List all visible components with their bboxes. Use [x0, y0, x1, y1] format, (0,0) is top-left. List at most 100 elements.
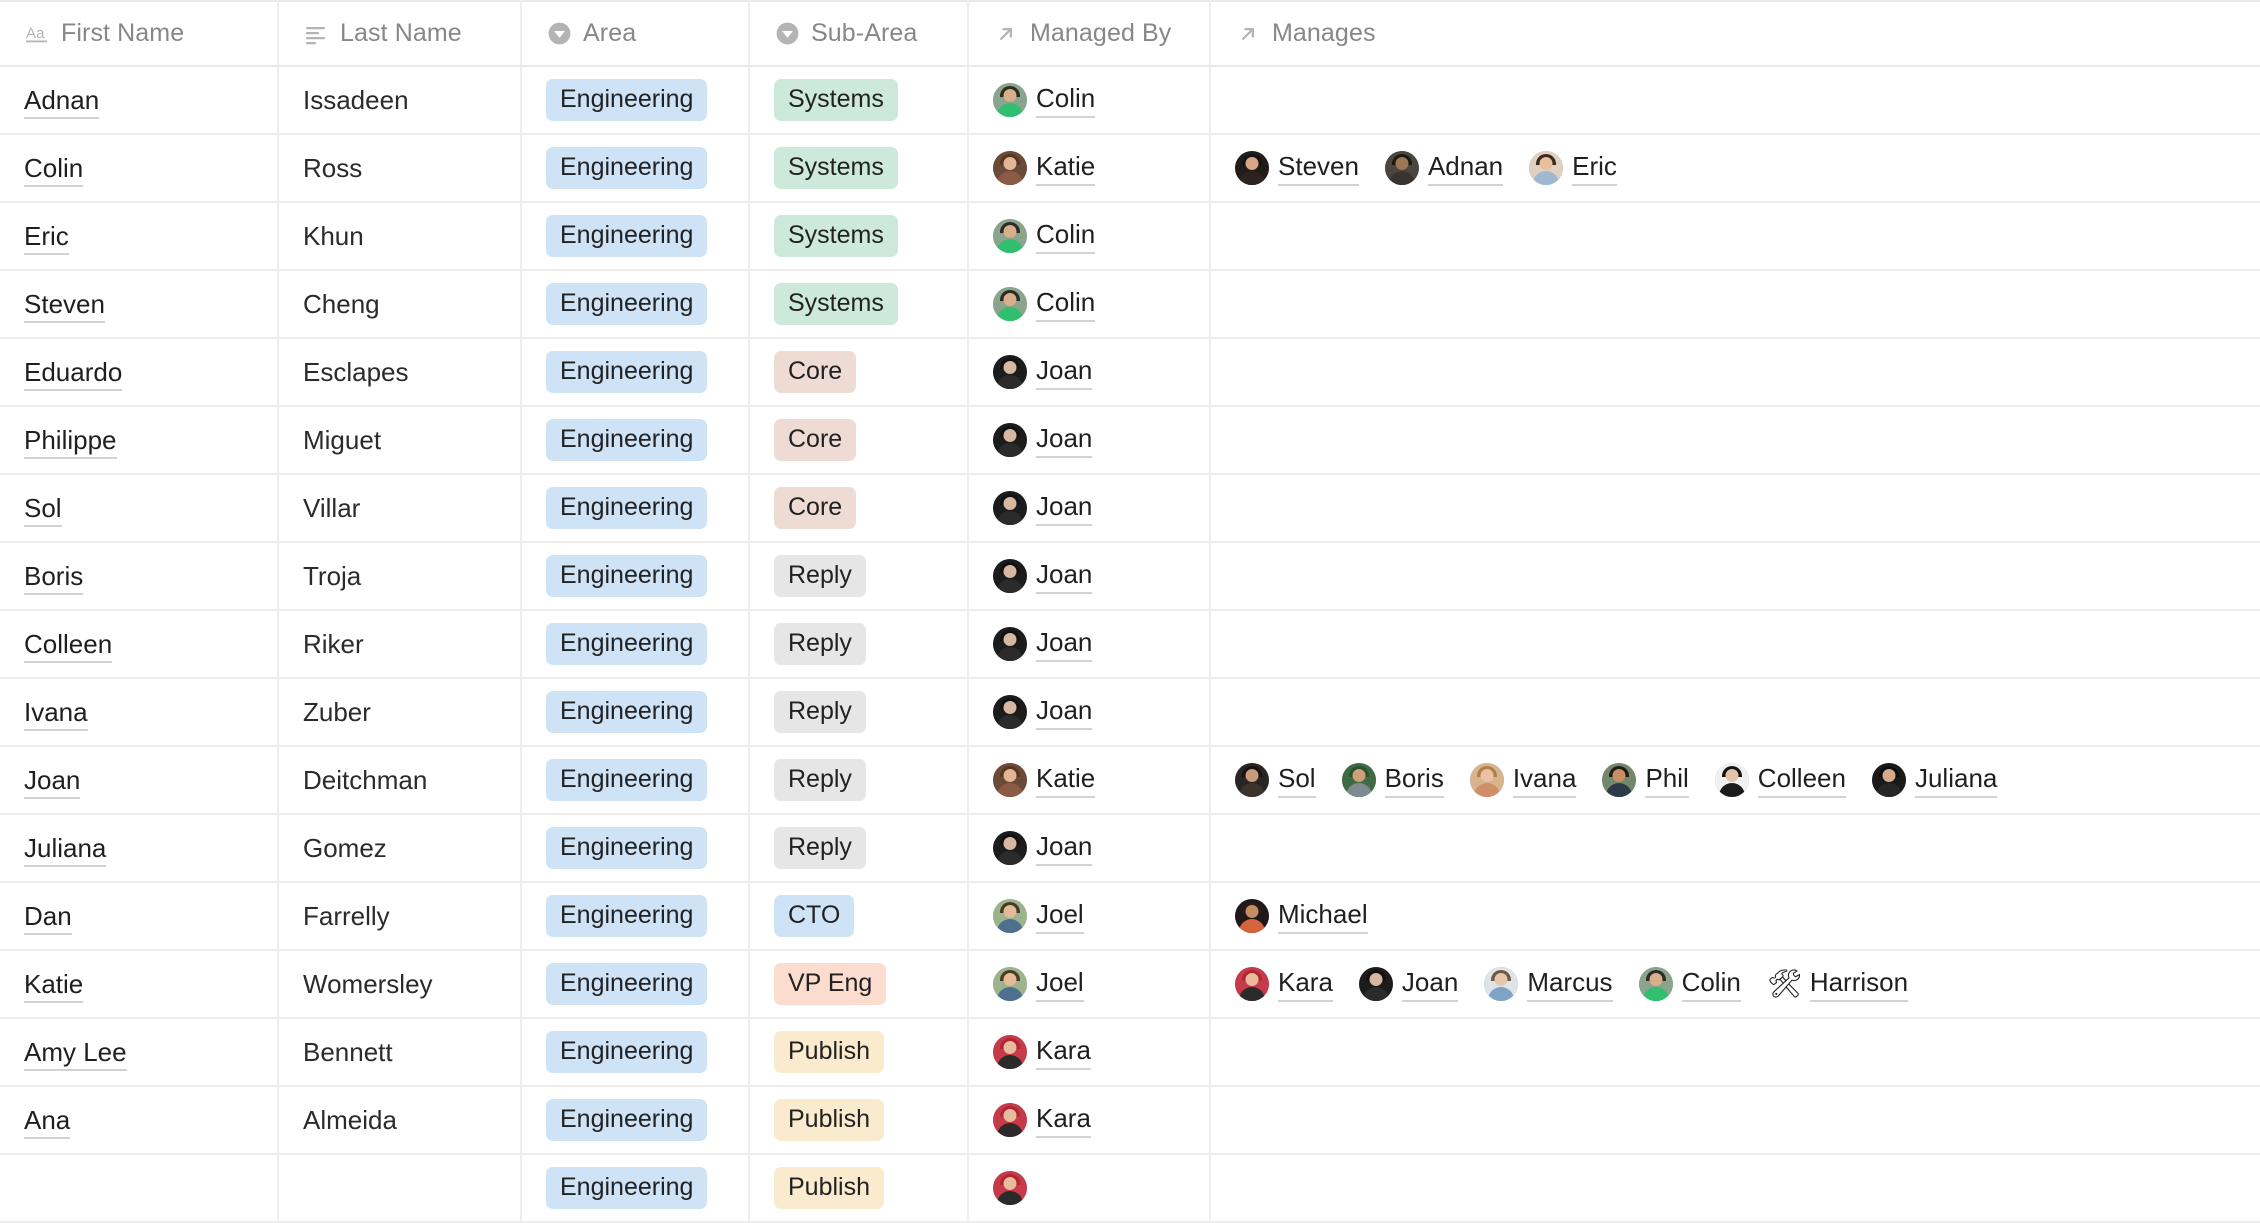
person-chip[interactable]: Eric	[1529, 151, 1617, 186]
cell-managed-by[interactable]: Colin	[968, 270, 1211, 339]
person-chip[interactable]: Phil	[1602, 763, 1689, 798]
cell-first-name[interactable]: Eric	[0, 202, 279, 271]
cell-area[interactable]: Engineering	[521, 542, 750, 611]
cell-manages[interactable]: Kara Joan Marcus Colin 🛠 Harrison	[1210, 950, 2260, 1019]
cell-manages[interactable]	[1210, 338, 2260, 407]
cell-first-name[interactable]: Sol	[0, 474, 279, 543]
cell-area[interactable]: Engineering	[521, 134, 750, 203]
table-row[interactable]: Juliana Gomez Engineering Reply Joan	[0, 814, 2260, 883]
cell-last-name[interactable]: Zuber	[278, 678, 522, 747]
person-chip[interactable]: Joan	[993, 695, 1093, 730]
cell-sub-area[interactable]: Reply	[749, 678, 969, 747]
table-row[interactable]: Amy Lee Bennett Engineering Publish Kara	[0, 1018, 2260, 1087]
cell-sub-area[interactable]: Publish	[749, 1154, 969, 1223]
cell-area[interactable]: Engineering	[521, 678, 750, 747]
cell-manages[interactable]: Sol Boris Ivana Phil Colleen Juliana	[1210, 746, 2260, 815]
first-name-link[interactable]: Colleen	[24, 628, 113, 663]
person-chip[interactable]: Colin	[993, 83, 1096, 118]
cell-managed-by[interactable]: Joan	[968, 338, 1211, 407]
person-chip[interactable]: Colin	[993, 287, 1096, 322]
first-name-link[interactable]: Steven	[24, 288, 105, 323]
cell-managed-by[interactable]: Joan	[968, 474, 1211, 543]
table-row[interactable]: Dan Farrelly Engineering CTO Joel Michael	[0, 882, 2260, 951]
first-name-link[interactable]: Colin	[24, 152, 84, 187]
column-header-sub_area[interactable]: Sub-Area	[749, 0, 969, 67]
cell-first-name[interactable]: Juliana	[0, 814, 279, 883]
cell-manages[interactable]	[1210, 678, 2260, 747]
cell-last-name[interactable]	[278, 1154, 522, 1223]
cell-sub-area[interactable]: Systems	[749, 202, 969, 271]
cell-managed-by[interactable]: Joel	[968, 950, 1211, 1019]
cell-manages[interactable]: Michael	[1210, 882, 2260, 951]
cell-area[interactable]: Engineering	[521, 950, 750, 1019]
cell-area[interactable]: Engineering	[521, 270, 750, 339]
cell-manages[interactable]	[1210, 542, 2260, 611]
cell-last-name[interactable]: Cheng	[278, 270, 522, 339]
cell-area[interactable]: Engineering	[521, 882, 750, 951]
cell-last-name[interactable]: Villar	[278, 474, 522, 543]
first-name-link[interactable]: Eric	[24, 220, 69, 255]
person-chip[interactable]: Joan	[993, 627, 1093, 662]
table-row[interactable]: Ivana Zuber Engineering Reply Joan	[0, 678, 2260, 747]
cell-area[interactable]: Engineering	[521, 1086, 750, 1155]
table-row[interactable]: Ana Almeida Engineering Publish Kara	[0, 1086, 2260, 1155]
cell-first-name[interactable]: Colleen	[0, 610, 279, 679]
first-name-link[interactable]: Boris	[24, 560, 84, 595]
cell-sub-area[interactable]: Reply	[749, 542, 969, 611]
person-chip[interactable]: Katie	[993, 763, 1096, 798]
person-chip[interactable]: 🛠 Harrison	[1767, 967, 1909, 1002]
cell-area[interactable]: Engineering	[521, 474, 750, 543]
person-chip[interactable]: Colleen	[1714, 763, 1846, 798]
column-header-managed_by[interactable]: Managed By	[968, 0, 1211, 67]
cell-managed-by[interactable]: Katie	[968, 134, 1211, 203]
cell-manages[interactable]	[1210, 270, 2260, 339]
cell-manages[interactable]	[1210, 202, 2260, 271]
table-row[interactable]: Steven Cheng Engineering Systems Colin	[0, 270, 2260, 339]
cell-sub-area[interactable]: Core	[749, 474, 969, 543]
cell-first-name[interactable]: Steven	[0, 270, 279, 339]
cell-first-name[interactable]: Amy Lee	[0, 1018, 279, 1087]
cell-last-name[interactable]: Esclapes	[278, 338, 522, 407]
cell-managed-by[interactable]: Joan	[968, 814, 1211, 883]
person-chip[interactable]: Joel	[993, 899, 1084, 934]
cell-first-name[interactable]: Adnan	[0, 66, 279, 135]
column-header-first_name[interactable]: Aa First Name	[0, 0, 279, 67]
person-chip[interactable]: Kara	[1235, 967, 1333, 1002]
cell-last-name[interactable]: Farrelly	[278, 882, 522, 951]
cell-first-name[interactable]: Colin	[0, 134, 279, 203]
cell-last-name[interactable]: Gomez	[278, 814, 522, 883]
person-chip[interactable]: Joan	[993, 831, 1093, 866]
person-chip[interactable]: Colin	[1638, 967, 1741, 1002]
first-name-link[interactable]: Katie	[24, 968, 84, 1003]
column-header-area[interactable]: Area	[521, 0, 750, 67]
cell-manages[interactable]	[1210, 406, 2260, 475]
cell-managed-by[interactable]: Kara	[968, 1086, 1211, 1155]
cell-manages[interactable]	[1210, 814, 2260, 883]
cell-sub-area[interactable]: Publish	[749, 1018, 969, 1087]
cell-last-name[interactable]: Ross	[278, 134, 522, 203]
cell-manages[interactable]	[1210, 1018, 2260, 1087]
cell-managed-by[interactable]: Joan	[968, 542, 1211, 611]
cell-managed-by[interactable]: Joan	[968, 610, 1211, 679]
cell-first-name[interactable]: Boris	[0, 542, 279, 611]
cell-last-name[interactable]: Deitchman	[278, 746, 522, 815]
cell-last-name[interactable]: Miguet	[278, 406, 522, 475]
cell-area[interactable]: Engineering	[521, 1154, 750, 1223]
cell-area[interactable]: Engineering	[521, 66, 750, 135]
first-name-link[interactable]: Juliana	[24, 832, 107, 867]
cell-last-name[interactable]: Bennett	[278, 1018, 522, 1087]
first-name-link[interactable]: Adnan	[24, 84, 100, 119]
table-row[interactable]: Eric Khun Engineering Systems Colin	[0, 202, 2260, 271]
cell-sub-area[interactable]: Systems	[749, 270, 969, 339]
cell-manages[interactable]	[1210, 1086, 2260, 1155]
person-chip[interactable]: Joel	[993, 967, 1084, 1002]
cell-sub-area[interactable]: Systems	[749, 66, 969, 135]
cell-first-name[interactable]: Joan	[0, 746, 279, 815]
person-chip[interactable]: Joan	[993, 491, 1093, 526]
cell-first-name[interactable]: Ivana	[0, 678, 279, 747]
cell-manages[interactable]	[1210, 474, 2260, 543]
column-header-last_name[interactable]: Last Name	[278, 0, 522, 67]
person-chip[interactable]	[993, 1171, 1036, 1205]
cell-sub-area[interactable]: Core	[749, 406, 969, 475]
cell-first-name[interactable]: Eduardo	[0, 338, 279, 407]
